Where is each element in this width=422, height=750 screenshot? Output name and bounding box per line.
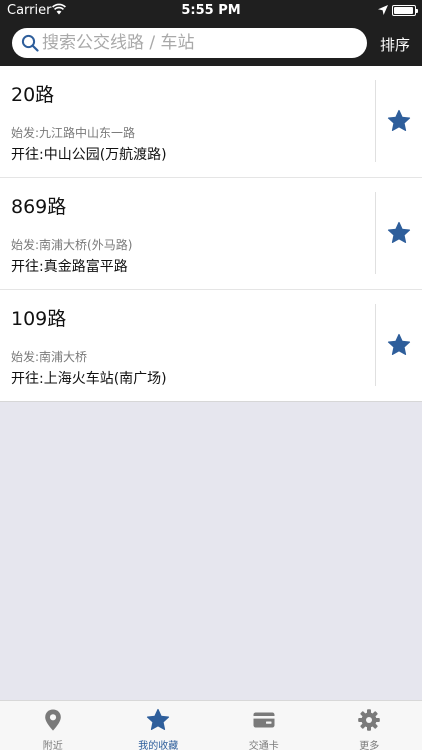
search-input[interactable] bbox=[42, 28, 362, 58]
route-origin: 始发:九江路中山东一路 bbox=[11, 126, 136, 140]
row-divider bbox=[375, 304, 376, 386]
location-pin-icon bbox=[44, 709, 61, 731]
route-name: 20路 bbox=[11, 84, 55, 106]
sort-button[interactable]: 排序 bbox=[380, 34, 410, 55]
favorites-list: 20路 始发:九江路中山东一路 开往:中山公园(万航渡路) 869路 始发:南浦… bbox=[0, 66, 422, 402]
tab-more[interactable]: 更多 bbox=[317, 701, 422, 750]
status-bar: Carrier 5:55 PM bbox=[0, 0, 422, 22]
card-icon bbox=[253, 712, 275, 728]
tab-transit-card[interactable]: 交通卡 bbox=[211, 701, 317, 750]
row-divider bbox=[375, 192, 376, 274]
route-name: 869路 bbox=[11, 196, 67, 218]
header: Carrier 5:55 PM 排序 bbox=[0, 0, 422, 66]
route-row[interactable]: 869路 始发:南浦大桥(外马路) 开往:真金路富平路 bbox=[0, 178, 422, 290]
route-destination: 开往:真金路富平路 bbox=[11, 259, 128, 275]
route-destination: 开往:上海火车站(南广场) bbox=[11, 371, 167, 387]
star-icon[interactable] bbox=[387, 109, 411, 133]
tab-label: 更多 bbox=[359, 741, 380, 750]
tab-label: 我的收藏 bbox=[138, 741, 179, 750]
tab-bar: 附近 我的收藏 交通卡 更多 bbox=[0, 700, 422, 750]
tab-label: 附近 bbox=[42, 741, 63, 750]
star-icon bbox=[147, 708, 170, 730]
gear-icon bbox=[358, 709, 381, 731]
search-bar[interactable] bbox=[12, 28, 367, 58]
route-row[interactable]: 109路 始发:南浦大桥 开往:上海火车站(南广场) bbox=[0, 290, 422, 402]
location-arrow-icon bbox=[378, 5, 388, 15]
clock: 5:55 PM bbox=[181, 3, 241, 18]
route-destination: 开往:中山公园(万航渡路) bbox=[11, 147, 167, 163]
star-icon[interactable] bbox=[387, 333, 411, 357]
route-origin: 始发:南浦大桥(外马路) bbox=[11, 238, 133, 252]
star-icon[interactable] bbox=[387, 221, 411, 245]
tab-nearby[interactable]: 附近 bbox=[0, 701, 106, 750]
app-screen: Carrier 5:55 PM 排序 20路 始发:九江路中山东一路 bbox=[0, 0, 422, 750]
route-origin: 始发:南浦大桥 bbox=[11, 350, 88, 364]
search-icon bbox=[21, 34, 39, 52]
route-row[interactable]: 20路 始发:九江路中山东一路 开往:中山公园(万航渡路) bbox=[0, 66, 422, 178]
route-name: 109路 bbox=[11, 308, 67, 330]
battery-icon bbox=[392, 5, 418, 16]
row-divider bbox=[375, 80, 376, 162]
tab-favorites[interactable]: 我的收藏 bbox=[106, 701, 212, 750]
tab-label: 交通卡 bbox=[248, 741, 279, 750]
